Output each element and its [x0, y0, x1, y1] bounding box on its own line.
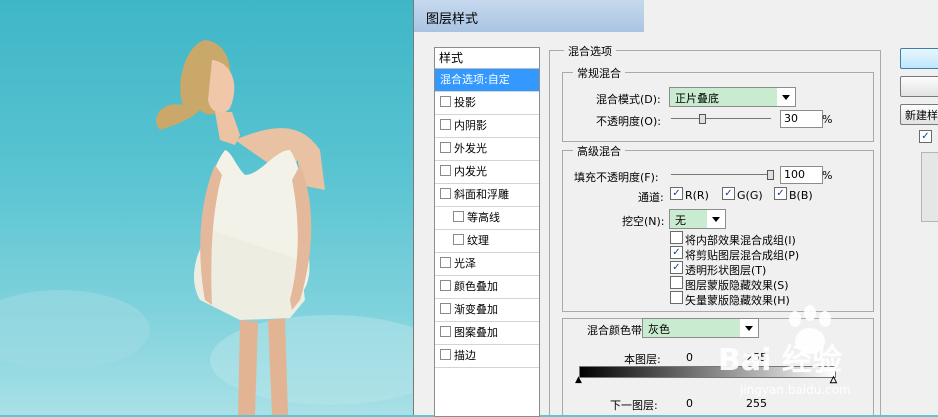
style-item[interactable]: 渐变叠加: [435, 299, 539, 322]
advanced-option-checkbox[interactable]: ✓: [670, 246, 683, 259]
new-style-button-label: 新建样: [905, 109, 938, 122]
this-layer-min: 0: [686, 351, 693, 364]
fill-opacity-slider-track[interactable]: [671, 174, 773, 175]
chevron-down-icon: [777, 88, 795, 106]
this-layer-black-handle[interactable]: ▲: [575, 375, 582, 385]
channel-g-checkbox[interactable]: ✓: [722, 187, 735, 200]
knockout-label: 挖空(N):: [622, 215, 665, 228]
channels-label: 通道:: [638, 191, 664, 204]
preview-checkbox[interactable]: ✓: [919, 130, 932, 143]
style-item-label: 图案叠加: [454, 326, 498, 339]
style-item[interactable]: 内发光: [435, 161, 539, 184]
style-item-checkbox[interactable]: [440, 303, 451, 314]
style-item-checkbox[interactable]: [453, 234, 464, 245]
fill-opacity-label: 填充不透明度(F):: [574, 171, 659, 184]
style-item-label: 纹理: [467, 234, 489, 247]
style-item-label: 投影: [454, 96, 476, 109]
fill-opacity-slider-handle[interactable]: [767, 170, 774, 180]
style-item-label: 光泽: [454, 257, 476, 270]
style-item[interactable]: 颜色叠加: [435, 276, 539, 299]
underlying-layer-min: 0: [686, 397, 693, 410]
channel-b-label: B(B): [789, 189, 813, 202]
channel-g-label: G(G): [737, 189, 763, 202]
watermark-brand: Bai 经验: [718, 343, 842, 378]
style-item-label: 渐变叠加: [454, 303, 498, 316]
dialog-titlebar[interactable]: 图层样式: [414, 0, 644, 32]
knockout-dropdown[interactable]: 无: [669, 209, 726, 229]
watermark-url: jingyan.baidu.com: [740, 383, 851, 397]
style-item-checkbox[interactable]: [440, 142, 451, 153]
general-blending-group: 常规混合: [562, 65, 874, 142]
style-item-label: 描边: [454, 349, 476, 362]
opacity-label: 不透明度(O):: [596, 115, 661, 128]
dialog-title: 图层样式: [426, 12, 479, 27]
opacity-input[interactable]: 30: [780, 110, 823, 128]
advanced-blending-title: 高级混合: [573, 143, 625, 159]
style-item-label: 外发光: [454, 142, 487, 155]
advanced-option-label: 将剪贴图层混合成组(P): [685, 249, 800, 262]
style-item[interactable]: 内阴影: [435, 115, 539, 138]
advanced-option-checkbox[interactable]: ✓: [670, 261, 683, 274]
blending-options-title: 混合选项: [564, 43, 616, 59]
style-item[interactable]: 斜面和浮雕: [435, 184, 539, 207]
style-item-label: 颜色叠加: [454, 280, 498, 293]
blend-mode-label: 混合模式(D):: [596, 93, 661, 106]
style-item-checkbox[interactable]: [440, 280, 451, 291]
photo-canvas: [0, 0, 413, 415]
style-item-label: 等高线: [467, 211, 500, 224]
style-item[interactable]: 投影: [435, 92, 539, 115]
blend-mode-dropdown[interactable]: 正片叠底: [669, 87, 796, 107]
chevron-down-icon: [707, 210, 725, 228]
photo-woman-image: [0, 40, 413, 415]
advanced-option-checkbox[interactable]: [670, 231, 683, 244]
opacity-unit: %: [822, 113, 833, 126]
style-item[interactable]: 混合选项:自定: [435, 69, 539, 92]
style-item-checkbox[interactable]: [440, 349, 451, 360]
style-item-checkbox[interactable]: [453, 211, 464, 222]
style-item-checkbox[interactable]: [440, 165, 451, 176]
new-style-button[interactable]: 新建样: [900, 104, 938, 125]
style-item-label: 混合选项:自定: [440, 73, 510, 86]
style-item[interactable]: 等高线: [435, 207, 539, 230]
style-item[interactable]: 图案叠加: [435, 322, 539, 345]
style-item-checkbox[interactable]: [440, 188, 451, 199]
general-blending-title: 常规混合: [573, 65, 625, 81]
channel-b-checkbox[interactable]: ✓: [774, 187, 787, 200]
style-item[interactable]: 描边: [435, 345, 539, 368]
advanced-option-checkbox[interactable]: [670, 276, 683, 289]
channel-r-label: R(R): [685, 189, 709, 202]
blend-mode-value: 正片叠底: [675, 92, 719, 105]
opacity-slider-handle[interactable]: [699, 114, 706, 124]
style-item-checkbox[interactable]: [440, 257, 451, 268]
style-item-label: 内阴影: [454, 119, 487, 132]
styles-list: 样式 混合选项:自定投影内阴影外发光内发光斜面和浮雕等高线纹理光泽颜色叠加渐变叠…: [434, 47, 540, 417]
style-item-checkbox[interactable]: [440, 119, 451, 130]
style-item-checkbox[interactable]: [440, 326, 451, 337]
this-layer-label: 本图层:: [624, 353, 661, 366]
cancel-button[interactable]: [900, 76, 938, 97]
style-item[interactable]: 光泽: [435, 253, 539, 276]
fill-opacity-unit: %: [822, 169, 833, 182]
style-item-label: 斜面和浮雕: [454, 188, 509, 201]
channel-r-checkbox[interactable]: ✓: [670, 187, 683, 200]
advanced-option-label: 将内部效果混合成组(I): [685, 234, 796, 247]
style-item-checkbox[interactable]: [440, 96, 451, 107]
underlying-layer-label: 下一图层:: [610, 399, 658, 412]
opacity-slider-track[interactable]: [671, 118, 771, 119]
style-preview-swatch: [921, 152, 938, 222]
fill-opacity-input[interactable]: 100: [780, 166, 823, 184]
style-item[interactable]: 外发光: [435, 138, 539, 161]
advanced-option-checkbox[interactable]: [670, 291, 683, 304]
knockout-value: 无: [675, 214, 686, 227]
advanced-option-label: 图层蒙版隐藏效果(S): [685, 279, 789, 292]
advanced-option-label: 透明形状图层(T): [685, 264, 767, 277]
style-item-label: 内发光: [454, 165, 487, 178]
blend-if-value: 灰色: [648, 323, 670, 336]
styles-list-header[interactable]: 样式: [435, 48, 539, 69]
ok-button[interactable]: [900, 48, 938, 69]
style-item[interactable]: 纹理: [435, 230, 539, 253]
baidu-jingyan-watermark: Bai 经验 jingyan.baidu.com: [700, 305, 930, 405]
